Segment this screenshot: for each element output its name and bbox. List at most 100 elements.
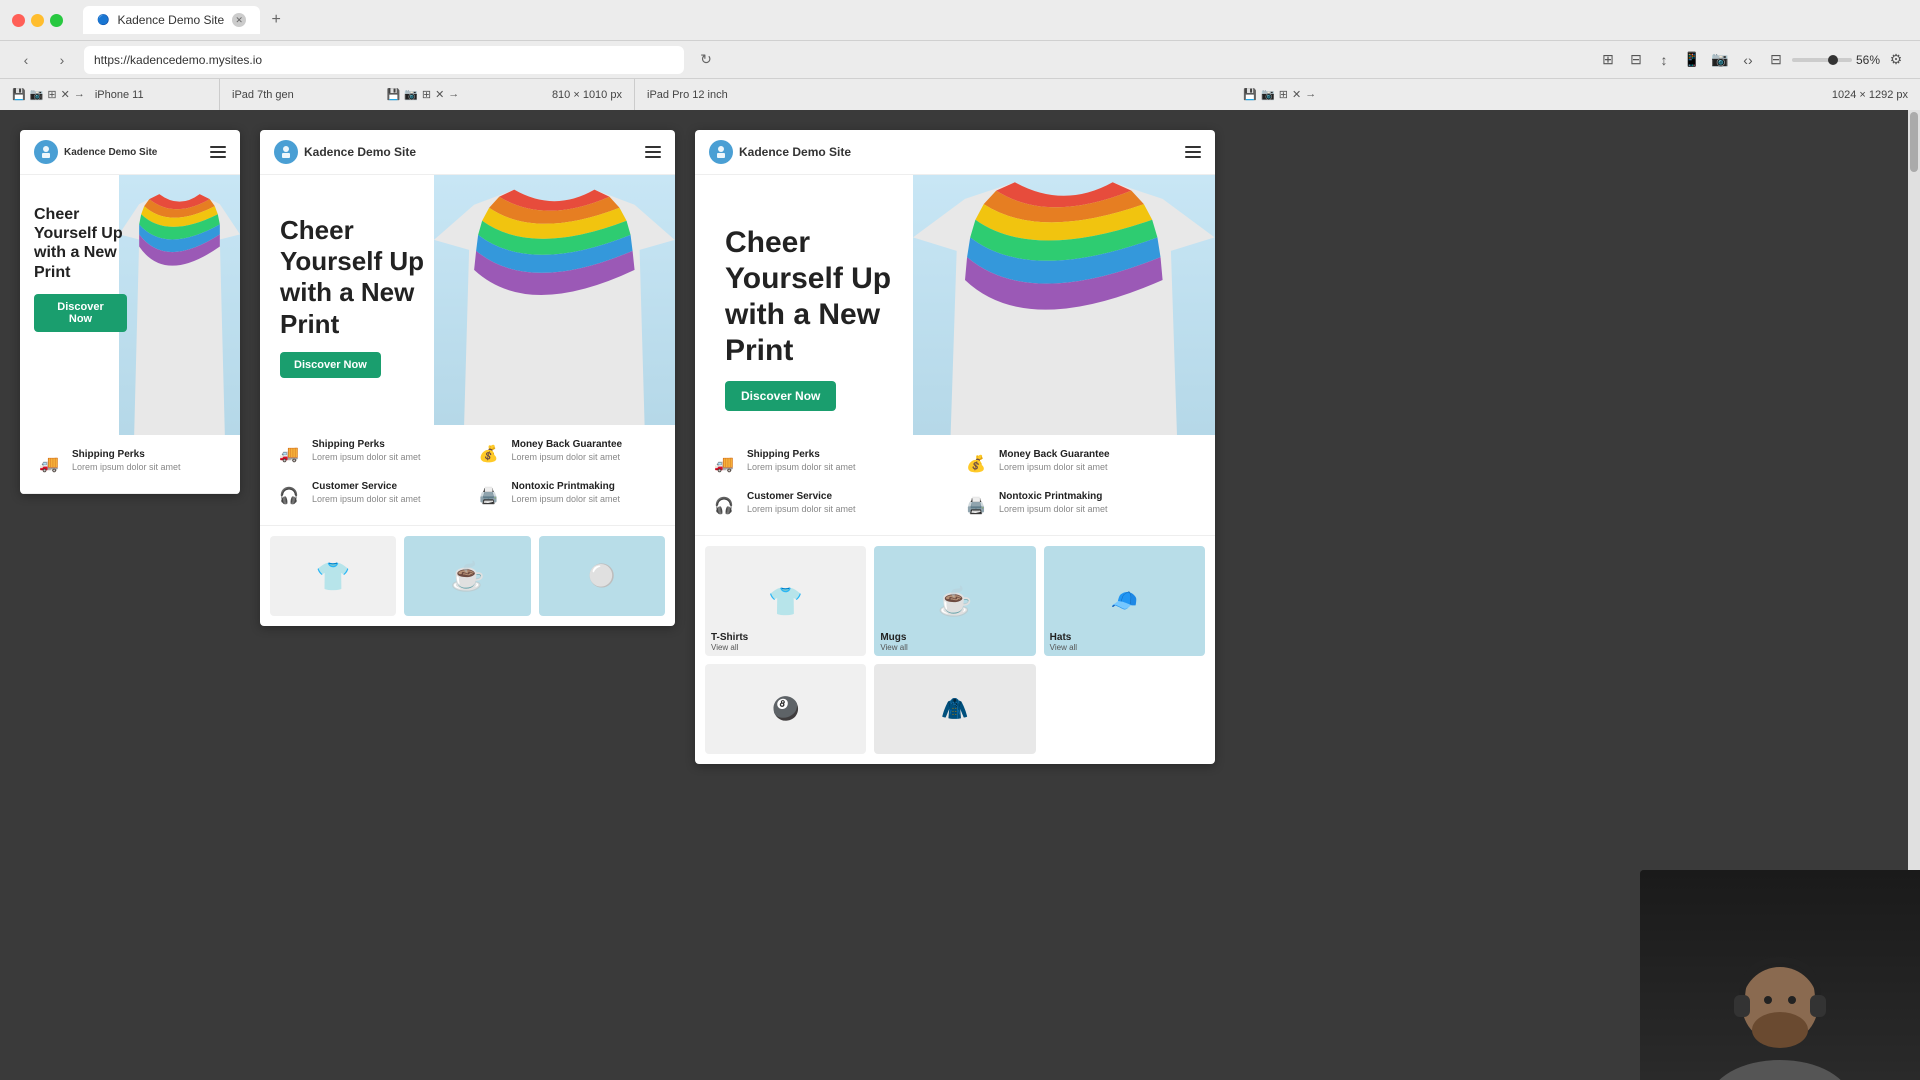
ipad-pro-hero-bg: [913, 175, 1215, 435]
perk-service-pro: 🎧 Customer Service Lorem ipsum dolor sit…: [709, 491, 949, 521]
ipad-pro-products-grid: 👕 T-Shirts View all ☕ Mugs View all: [705, 546, 1205, 656]
perk-pro-print-title: Nontoxic Printmaking: [999, 491, 1108, 502]
filter-icon[interactable]: ⊟: [1624, 48, 1648, 72]
product-row2-2[interactable]: 🧥: [874, 664, 1035, 754]
url-text: https://kadencedemo.mysites.io: [94, 53, 262, 67]
perk-title: Money Back Guarantee: [512, 439, 623, 450]
minimize-button[interactable]: [31, 14, 44, 27]
product-mugs[interactable]: ☕: [404, 536, 530, 616]
shipping-icon: 🚚: [274, 439, 304, 469]
ipad-pro-label: iPad Pro 12 inch: [647, 89, 728, 101]
ipad-pro-size: 1024 × 1292 px: [1832, 89, 1908, 101]
tab-title: Kadence Demo Site: [117, 13, 224, 27]
ipad-discover-btn[interactable]: Discover Now: [280, 352, 381, 378]
address-bar[interactable]: https://kadencedemo.mysites.io: [84, 46, 684, 74]
ipad-perks-section: 🚚 Shipping Perks Lorem ipsum dolor sit a…: [260, 425, 675, 526]
perk-shipping-pro: 🚚 Shipping Perks Lorem ipsum dolor sit a…: [709, 449, 949, 479]
print-pro-icon: 🖨️: [961, 491, 991, 521]
perk-pro-shipping-desc: Lorem ipsum dolor sit amet: [747, 462, 856, 472]
product-hats-pro[interactable]: 🧢 Hats View all: [1044, 546, 1205, 656]
browser-tab[interactable]: 🔵 Kadence Demo Site ✕: [83, 6, 260, 34]
iphone-discover-btn[interactable]: Discover Now: [34, 294, 127, 332]
ipad-menu-icon[interactable]: [645, 146, 661, 158]
ipad-pro-hero: Cheer Yourself Up with a New Print Disco…: [695, 175, 1215, 435]
product-row2-1[interactable]: 🎱: [705, 664, 866, 754]
perk-desc: Lorem ipsum dolor sit amet: [512, 494, 621, 504]
maximize-button[interactable]: [50, 14, 63, 27]
perk-pro-shipping-title: Shipping Perks: [747, 449, 856, 460]
ipad-hero-content: Cheer Yourself Up with a New Print Disco…: [260, 175, 476, 418]
devices-icon[interactable]: ⊞: [1596, 48, 1620, 72]
code-icon[interactable]: ‹›: [1736, 48, 1760, 72]
perk-title: Shipping Perks: [312, 439, 421, 450]
refresh-button[interactable]: ↻: [692, 46, 720, 74]
tshirt-label: T-Shirts View all: [711, 632, 748, 652]
tshirt-image: 👕: [270, 536, 396, 616]
iphone-hero-content: Cheer Yourself Up with a New Print Disco…: [20, 175, 141, 362]
perk-shipping-title: Shipping Perks: [72, 449, 181, 460]
tab-bar: 🔵 Kadence Demo Site ✕ +: [83, 6, 288, 34]
service-icon: 🎧: [274, 481, 304, 511]
perk-money-pro: 💰 Money Back Guarantee Lorem ipsum dolor…: [961, 449, 1201, 479]
perk-pro-service-title: Customer Service: [747, 491, 856, 502]
shipping-pro-icon: 🚚: [709, 449, 739, 479]
ipad-preview: Kadence Demo Site: [260, 130, 675, 626]
product-mugs-pro[interactable]: ☕ Mugs View all: [874, 546, 1035, 656]
product-tshirts[interactable]: 👕: [270, 536, 396, 616]
new-tab-button[interactable]: +: [264, 8, 288, 32]
webcam-content: [1640, 870, 1920, 1080]
ipad-pro-logo: Kadence Demo Site: [709, 140, 851, 164]
close-button[interactable]: [12, 14, 25, 27]
perk-money: 💰 Money Back Guarantee Lorem ipsum dolor…: [474, 439, 662, 469]
responsive-icon[interactable]: 📱: [1680, 48, 1704, 72]
product-r2-img1: 🎱: [705, 664, 866, 754]
ipad-pro-site-name: Kadence Demo Site: [739, 145, 851, 159]
ipad-pro-menu-icon[interactable]: [1185, 146, 1201, 158]
ipad-pro-preview: Kadence Demo Site: [695, 130, 1215, 764]
money-icon: 💰: [474, 439, 504, 469]
iphone-label: iPhone 11: [95, 89, 144, 101]
perk-print: 🖨️ Nontoxic Printmaking Lorem ipsum dolo…: [474, 481, 662, 511]
ipad-pro-products-section: 👕 T-Shirts View all ☕ Mugs View all: [695, 536, 1215, 764]
product-tshirts-pro[interactable]: 👕 T-Shirts View all: [705, 546, 866, 656]
settings-icon[interactable]: ⚙: [1884, 48, 1908, 72]
zoom-control[interactable]: 56%: [1792, 53, 1880, 67]
back-button[interactable]: ‹: [12, 46, 40, 74]
perk-desc: Lorem ipsum dolor sit amet: [512, 452, 623, 462]
perk-pro-money-desc: Lorem ipsum dolor sit amet: [999, 462, 1110, 472]
ipad-pro-discover-btn[interactable]: Discover Now: [725, 381, 836, 411]
iphone-hero: Cheer Yourself Up with a New Print Disco…: [20, 175, 240, 435]
scrollbar-thumb[interactable]: [1910, 112, 1918, 172]
browser-toolbar: ‹ › https://kadencedemo.mysites.io ↻ ⊞ ⊟…: [0, 40, 1920, 78]
perk-pro-service-desc: Lorem ipsum dolor sit amet: [747, 504, 856, 514]
ipad-products-grid: 👕 ☕ ⚪: [270, 536, 665, 616]
perk-shipping-desc: Lorem ipsum dolor sit amet: [72, 462, 181, 472]
ipad-size: 810 × 1010 px: [552, 89, 622, 101]
ipad-pro-products-row2: 🎱 🧥: [705, 664, 1205, 754]
shipping-icon: 🚚: [34, 449, 64, 479]
camera-icon[interactable]: 📷: [1708, 48, 1732, 72]
split-icon[interactable]: ⊟: [1764, 48, 1788, 72]
content-area: Kadence Demo Site: [0, 110, 1920, 1080]
ipad-site-name: Kadence Demo Site: [304, 145, 416, 159]
ipad-pro-hero-title: Cheer Yourself Up with a New Print: [725, 225, 925, 369]
forward-button[interactable]: ›: [48, 46, 76, 74]
zoom-level: 56%: [1856, 53, 1880, 67]
hat-label: Hats View all: [1050, 632, 1077, 652]
arrows-icon[interactable]: ↕: [1652, 48, 1676, 72]
perk-print-pro: 🖨️ Nontoxic Printmaking Lorem ipsum dolo…: [961, 491, 1201, 521]
ipad-pro-logo-icon: [709, 140, 733, 164]
iphone-menu-icon[interactable]: [210, 146, 226, 158]
product-hats[interactable]: ⚪: [539, 536, 665, 616]
product-row2-3-empty: [1044, 664, 1205, 754]
perk-item-shipping: 🚚 Shipping Perks Lorem ipsum dolor sit a…: [34, 449, 226, 479]
tab-close-button[interactable]: ✕: [232, 13, 246, 27]
perk-shipping: 🚚 Shipping Perks Lorem ipsum dolor sit a…: [274, 439, 462, 469]
ipad-pro-hero-content: Cheer Yourself Up with a New Print Disco…: [695, 175, 955, 435]
print-icon: 🖨️: [474, 481, 504, 511]
perk-desc: Lorem ipsum dolor sit amet: [312, 452, 421, 462]
ipad-logo-icon: [274, 140, 298, 164]
perk-title: Customer Service: [312, 481, 421, 492]
mug-image: ☕: [404, 536, 530, 616]
preview-panels: Kadence Demo Site: [0, 110, 1920, 1080]
